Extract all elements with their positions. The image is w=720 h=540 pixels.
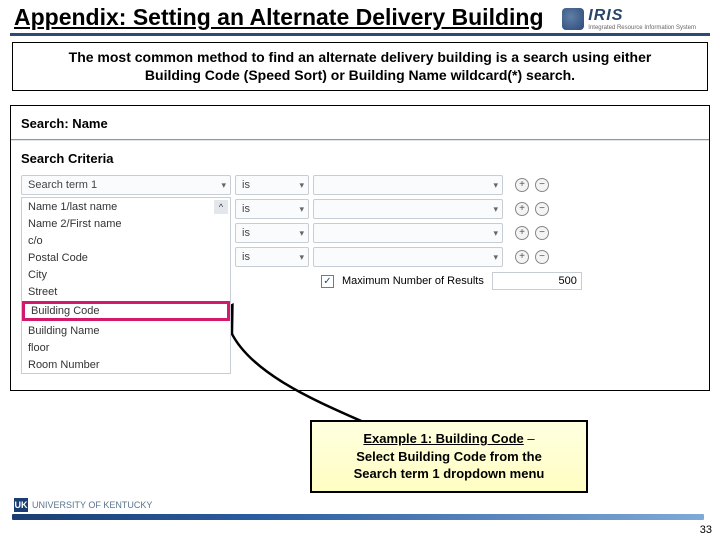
callout-box: Example 1: Building Code – Select Buildi… [310,420,588,493]
option-floor[interactable]: floor [22,339,230,356]
remove-row-icon[interactable]: − [535,226,549,240]
info-line-1: The most common method to find an altern… [69,49,652,65]
uk-text: UNIVERSITY OF KENTUCKY [32,500,152,510]
remove-row-icon[interactable]: − [535,178,549,192]
max-results-label: Maximum Number of Results [342,275,484,287]
operator-dropdown[interactable]: is ▾ [235,175,309,195]
footer-bar [12,514,704,520]
operator-dropdown[interactable]: is▾ [235,223,309,243]
value-dropdown[interactable]: ▾ [313,247,503,267]
option-postal[interactable]: Postal Code [22,249,230,266]
scroll-up-icon[interactable]: ^ [214,200,228,214]
option-co[interactable]: c/o [22,232,230,249]
header-row: Appendix: Setting an Alternate Delivery … [10,4,710,33]
chevron-down-icon: ▾ [493,204,498,215]
chevron-down-icon: ▾ [299,180,304,191]
remove-row-icon[interactable]: − [535,202,549,216]
criteria-row-1: Search term 1 ▾ is ▾ ▾ + − [21,174,699,196]
search-term-value: Search term 1 [28,179,97,191]
chevron-down-icon: ▾ [493,180,498,191]
operator-dropdown[interactable]: is▾ [235,199,309,219]
uk-badge: UK [14,498,28,512]
option-city[interactable]: City [22,266,230,283]
window-title: Search: Name [11,106,709,135]
option-street[interactable]: Street [22,283,230,300]
add-row-icon[interactable]: + [515,202,529,216]
chevron-down-icon: ▾ [493,228,498,239]
chevron-down-icon: ▾ [299,252,304,263]
operator-value: is [242,179,250,191]
option-room[interactable]: Room Number [22,356,230,373]
add-row-icon[interactable]: + [515,226,529,240]
search-term-dropdown[interactable]: Search term 1 ▾ [21,175,231,195]
callout-title: Example 1: Building Code [363,431,523,446]
max-results-row: ✓ Maximum Number of Results [321,272,699,290]
screenshot-content: Search: Name Search Criteria Search term… [11,106,709,390]
callout-line-3: Search term 1 dropdown menu [354,466,545,481]
row-actions: + − [515,178,549,192]
add-row-icon[interactable]: + [515,178,529,192]
info-box: The most common method to find an altern… [12,42,708,91]
iris-logo: IRIS Integrated Resource Information Sys… [562,7,700,31]
chevron-down-icon: ▾ [493,252,498,263]
page-number: 33 [700,524,712,536]
chevron-down-icon: ▾ [299,204,304,215]
remove-row-icon[interactable]: − [535,250,549,264]
value-dropdown[interactable]: ▾ [313,175,503,195]
header-rule [10,33,710,36]
value-dropdown[interactable]: ▾ [313,223,503,243]
criteria-heading: Search Criteria [11,149,709,174]
info-line-2: Building Code (Speed Sort) or Building N… [145,67,575,83]
option-name1[interactable]: Name 1/last name [22,198,230,215]
operator-dropdown[interactable]: is▾ [235,247,309,267]
search-term-listbox[interactable]: ^ Name 1/last name Name 2/First name c/o… [21,197,231,374]
page-title: Appendix: Setting an Alternate Delivery … [14,4,544,31]
chevron-down-icon: ▾ [221,180,226,191]
option-building-name[interactable]: Building Name [22,322,230,339]
divider-light [11,140,709,141]
add-row-icon[interactable]: + [515,250,529,264]
row-actions: +− [515,226,549,240]
slide: Appendix: Setting an Alternate Delivery … [0,0,720,540]
iris-icon [562,8,584,30]
max-results-checkbox[interactable]: ✓ [321,275,334,288]
chevron-down-icon: ▾ [299,228,304,239]
row-actions: +− [515,202,549,216]
max-results-input[interactable] [492,272,582,290]
uk-logo: UK UNIVERSITY OF KENTUCKY [14,498,152,512]
row-actions: +− [515,250,549,264]
screenshot-frame: Search: Name Search Criteria Search term… [10,105,710,391]
option-name2[interactable]: Name 2/First name [22,215,230,232]
value-dropdown[interactable]: ▾ [313,199,503,219]
criteria-area: Search term 1 ▾ is ▾ ▾ + − [11,174,709,390]
iris-logo-sub: Integrated Resource Information System [588,25,696,31]
option-building-code[interactable]: Building Code [22,301,230,321]
callout-line-2: Select Building Code from the [356,449,542,464]
iris-logo-text: IRIS [588,7,696,25]
